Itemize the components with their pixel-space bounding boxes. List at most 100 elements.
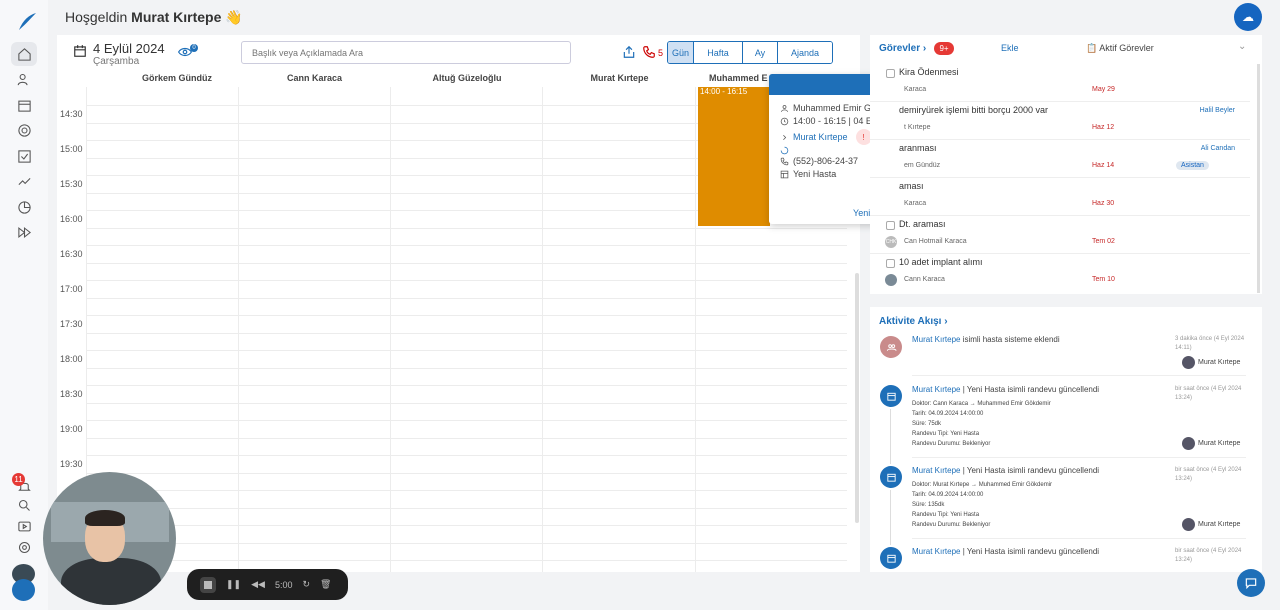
activity-actor[interactable]: Murat Kırtepe [912, 547, 960, 556]
recording-timer: 5:00 [274, 579, 293, 590]
activity-panel: Aktivite Akışı › Murat Kırtepe isimli ha… [870, 307, 1262, 572]
time-label: 16:30 [60, 249, 83, 259]
recording-controls: ❚❚ ◀◀ 5:00 ↻ 🗑 [187, 569, 348, 600]
view-agenda-button[interactable]: Ajanda [778, 42, 832, 63]
rewind-icon[interactable]: ◀◀ [251, 579, 265, 590]
video-icon[interactable] [14, 516, 34, 536]
popup-patient-row: Murat Kırtepe! [780, 129, 872, 145]
tasks-title[interactable]: Görevler › [879, 43, 926, 54]
task-checkbox[interactable] [886, 221, 895, 230]
task-item[interactable]: aranması em Gündüz Haz 14 Ali Candan Asi… [870, 140, 1250, 178]
task-title: Kira Ödenmesi [899, 67, 959, 77]
task-item[interactable]: aması Karaca Haz 30 [870, 178, 1250, 216]
task-item[interactable]: Kira Ödenmesi Karaca May 29 [870, 64, 1250, 102]
popup-type-row: Yeni Hasta [780, 169, 836, 179]
task-item[interactable]: 10 adet implant alımı Cann Karaca Tem 10 [870, 254, 1250, 292]
calendar-icon [880, 466, 902, 488]
notification-badge: 11 [12, 473, 25, 486]
home-icon[interactable] [11, 42, 37, 66]
pause-icon[interactable]: ❚❚ [226, 579, 241, 590]
chevron-down-icon[interactable]: ⌄ [1238, 41, 1246, 52]
trend-icon[interactable] [14, 171, 34, 191]
restart-icon[interactable]: ↻ [302, 579, 310, 590]
app-badge-icon[interactable] [12, 579, 35, 601]
chevron-right-icon [783, 134, 787, 140]
fast-forward-icon[interactable] [14, 222, 34, 242]
user-avatar [1182, 437, 1195, 450]
add-task-button[interactable]: Ekle [1001, 43, 1019, 53]
timeline-line [890, 409, 891, 464]
activity-details: Doktor: Murat Kırtepe → Muhammed Emir Gö… [912, 482, 1053, 528]
time-label: 17:30 [60, 319, 83, 329]
eye-badge: 0 [190, 44, 198, 52]
chart-pie-icon[interactable] [14, 197, 34, 217]
view-month-button[interactable]: Ay [743, 42, 778, 63]
calendar-icon[interactable] [14, 95, 34, 115]
tasks-scrollbar[interactable] [1257, 64, 1260, 293]
active-tasks-filter[interactable]: 📋 Aktif Görevler [1086, 43, 1154, 54]
time-label: 19:30 [60, 459, 83, 469]
loading-spinner-icon [780, 146, 789, 155]
trash-icon[interactable]: 🗑 [320, 579, 331, 590]
activity-time: 3 dakika önce (4 Eyl 2024 14:11) [1175, 336, 1245, 351]
sidebar: 11 [0, 0, 48, 610]
view-week-button[interactable]: Hafta [694, 42, 743, 63]
activity-actor[interactable]: Murat Kırtepe [912, 466, 960, 475]
task-item[interactable]: demiryürek işlemi bitti borçu 2000 var t… [870, 102, 1250, 140]
activity-actor[interactable]: Murat Kırtepe [912, 335, 960, 344]
column-header: Cann Karaca [286, 73, 343, 83]
webcam-overlay[interactable] [43, 472, 176, 605]
settings-icon[interactable] [14, 537, 34, 557]
popup-phone: (552)-806-24-37 [793, 156, 859, 166]
popup-type: Yeni Hasta [793, 169, 837, 179]
divider [912, 375, 1246, 376]
appointment-event[interactable]: 14:00 - 16:15 [698, 87, 770, 226]
calendar-search-input[interactable] [241, 41, 571, 64]
users-icon [880, 336, 902, 358]
task-assignee: Can Hotmail Karaca [904, 238, 967, 245]
user-avatar [1182, 518, 1195, 531]
activity-title[interactable]: Aktivite Akışı › [879, 316, 948, 327]
task-checkbox[interactable] [886, 259, 895, 268]
search-icon[interactable] [14, 495, 34, 515]
task-owner: Halil Beyler [1199, 107, 1235, 114]
calendar-date[interactable]: 4 Eylül 2024 [93, 41, 165, 56]
divider [912, 457, 1246, 458]
tasks-icon[interactable] [14, 146, 34, 166]
users-icon[interactable] [14, 69, 34, 89]
day-grid[interactable]: 14:30 15:00 15:30 16:00 16:30 17:00 17:3… [57, 87, 847, 572]
timeline-line [890, 490, 891, 545]
calendar-weekday: Çarşamba [93, 56, 140, 67]
task-date: Tem 10 [1092, 276, 1115, 283]
share-icon[interactable] [622, 45, 636, 59]
task-checkbox[interactable] [886, 69, 895, 78]
activity-actor[interactable]: Murat Kırtepe [912, 385, 960, 394]
task-assignee: Cann Karaca [904, 276, 945, 283]
activity-user: Murat Kırtepe [1182, 356, 1240, 369]
calendar-date-icon[interactable] [73, 44, 87, 58]
calendar-scrollbar[interactable] [855, 273, 859, 523]
app-logo[interactable] [15, 10, 39, 34]
activity-text: Murat Kırtepe | Yeni Hasta isimli randev… [912, 385, 1100, 394]
stop-icon[interactable] [200, 576, 216, 593]
time-label: 15:00 [60, 144, 83, 154]
task-assignee: em Gündüz [904, 162, 941, 169]
task-item[interactable]: Dt. araması CHK Can Hotmail Karaca Tem 0… [870, 216, 1250, 254]
welcome-text: Hoşgeldin Murat Kırtepe 👋 [65, 9, 243, 25]
view-day-button[interactable]: Gün [668, 42, 694, 63]
time-label: 14:30 [60, 109, 83, 119]
missed-call-icon[interactable] [642, 45, 656, 59]
popup-patient-link[interactable]: Murat Kırtepe [793, 132, 848, 142]
activity-text: Murat Kırtepe | Yeni Hasta isimli randev… [912, 466, 1100, 475]
clinic-logo-avatar[interactable]: ☁ [1234, 3, 1262, 31]
support-icon[interactable] [14, 120, 34, 140]
view-switcher: Gün Hafta Ay Ajanda [667, 41, 833, 64]
chat-icon [1245, 578, 1257, 590]
event-time: 14:00 - 16:15 [700, 87, 748, 96]
activity-details: Doktor: Cann Karaca → Muhammed Emir Gökd… [912, 401, 1051, 447]
tasks-count-badge: 9+ [934, 42, 954, 55]
task-title: aması [899, 181, 924, 191]
task-assignee: Karaca [904, 86, 927, 93]
chat-button[interactable] [1237, 569, 1265, 597]
task-avatar: CHK [885, 236, 897, 248]
